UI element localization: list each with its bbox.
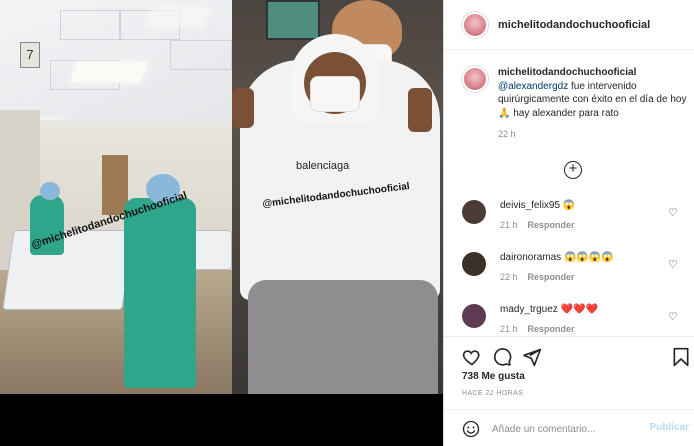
reply-button[interactable]: Responder (528, 324, 575, 334)
post-image[interactable]: 7 @michelitodandochuchooficial balenciag… (0, 0, 443, 394)
publish-button[interactable]: Publicar (650, 422, 689, 433)
hospital-corridor-photo: 7 @michelitodandochuchooficial (0, 0, 232, 394)
comment-text: ❤️❤️❤️ (560, 304, 598, 315)
post-sidebar: michelitodandochuchooficial michelitodan… (443, 0, 694, 446)
author-username[interactable]: michelitodandochuchooficial (498, 19, 650, 31)
caption-mention[interactable]: @alexandergdz (498, 81, 568, 92)
caption-username[interactable]: michelitodandochuchooficial (498, 66, 690, 80)
comment-username[interactable]: mady_trguez (500, 304, 558, 315)
reply-button[interactable]: Responder (528, 272, 575, 282)
comment-text: 😱 (562, 200, 576, 211)
comment-item: deivis_felix95 😱 21 h Responder ♡ (462, 200, 690, 230)
comment-username[interactable]: deivis_felix95 (500, 200, 560, 211)
post-modal: 7 @michelitodandochuchooficial balenciag… (0, 0, 694, 446)
add-comment-row: Publicar (444, 409, 694, 446)
comment-item: mady_trguez ❤️❤️❤️ 21 h Responder ♡ (462, 304, 690, 334)
comment-like-icon[interactable]: ♡ (668, 260, 678, 271)
post-caption: michelitodandochuchooficial @alexandergd… (462, 66, 690, 142)
caption-time[interactable]: 22 h (498, 128, 690, 142)
post-header: michelitodandochuchooficial (444, 0, 694, 50)
author-avatar[interactable] (462, 11, 488, 38)
comment-time[interactable]: 21 h (500, 324, 518, 334)
like-heart-icon[interactable] (462, 347, 482, 367)
comment-like-icon[interactable]: ♡ (668, 208, 678, 219)
likes-count[interactable]: 738 Me gusta (462, 371, 525, 382)
comment-time[interactable]: 22 h (500, 272, 518, 282)
comment-avatar[interactable] (462, 200, 486, 224)
action-icons (462, 347, 689, 369)
emoji-icon[interactable] (462, 420, 480, 438)
comment-username[interactable]: daironoramas (500, 252, 561, 263)
post-actions: 738 Me gusta HACE 22 HORAS Publicar (444, 336, 694, 446)
comment-avatar[interactable] (462, 304, 486, 328)
comment-item: daironoramas 😱😱😱😱 22 h Responder ♡ (462, 252, 690, 282)
post-timestamp[interactable]: HACE 22 HORAS (462, 390, 523, 397)
caption-avatar[interactable] (462, 66, 488, 92)
load-more-comments-icon[interactable]: + (564, 161, 582, 179)
comment-time[interactable]: 21 h (500, 220, 518, 230)
share-send-icon[interactable] (522, 347, 542, 367)
grey-sweatpants (248, 280, 438, 394)
hoodie-brand: balenciaga (296, 160, 350, 172)
comment-like-icon[interactable]: ♡ (668, 312, 678, 323)
modal-backdrop (0, 394, 443, 446)
reply-button[interactable]: Responder (528, 220, 575, 230)
save-bookmark-icon[interactable] (671, 347, 691, 367)
comment-bubble-icon[interactable] (492, 347, 512, 367)
patient-photo: balenciaga @michelitodandochuchooficial (232, 0, 443, 394)
comment-input[interactable] (492, 420, 642, 438)
caption-body: michelitodandochuchooficial @alexandergd… (498, 66, 690, 142)
comment-avatar[interactable] (462, 252, 486, 276)
floor-sign: 7 (20, 42, 40, 68)
comment-text: 😱😱😱😱 (563, 252, 614, 263)
